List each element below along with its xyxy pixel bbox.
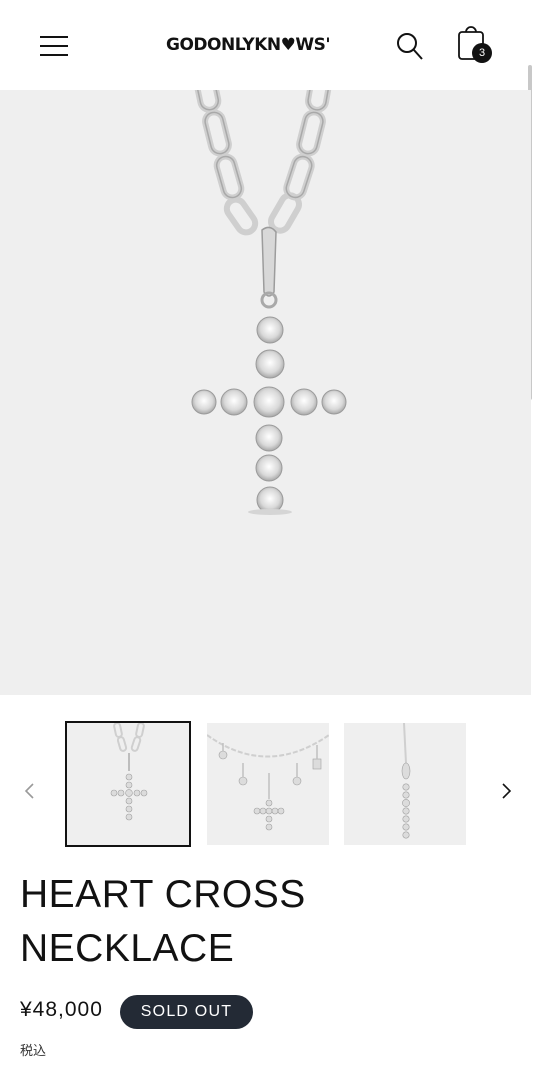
product-title-line-2: NECKLACE [20,927,235,970]
cart-count-badge: 3 [472,43,492,63]
brand-logo[interactable]: GODONLYKN♥WS' [166,35,331,55]
site-header: GODONLYKN♥WS' 3 [0,0,537,90]
thumbnail-1[interactable] [65,721,191,847]
thumbnail-3[interactable] [344,723,466,845]
cart-icon[interactable]: 3 [453,26,497,68]
thumbnail-carousel [0,715,537,855]
product-title-line-1: HEART CROSS [20,873,306,916]
chevron-right-icon[interactable] [496,781,516,801]
search-icon[interactable] [396,32,424,62]
sold-out-badge: SOLD OUT [120,995,253,1029]
product-main-image[interactable] [0,90,531,695]
chevron-left-icon[interactable] [20,781,40,801]
product-price: ¥48,000 [20,998,103,1021]
tax-note: 税込 [20,1043,47,1058]
product-title: HEART CROSS NECKLACE [20,868,500,976]
menu-icon[interactable] [40,32,68,60]
thumbnail-2[interactable] [207,723,329,845]
